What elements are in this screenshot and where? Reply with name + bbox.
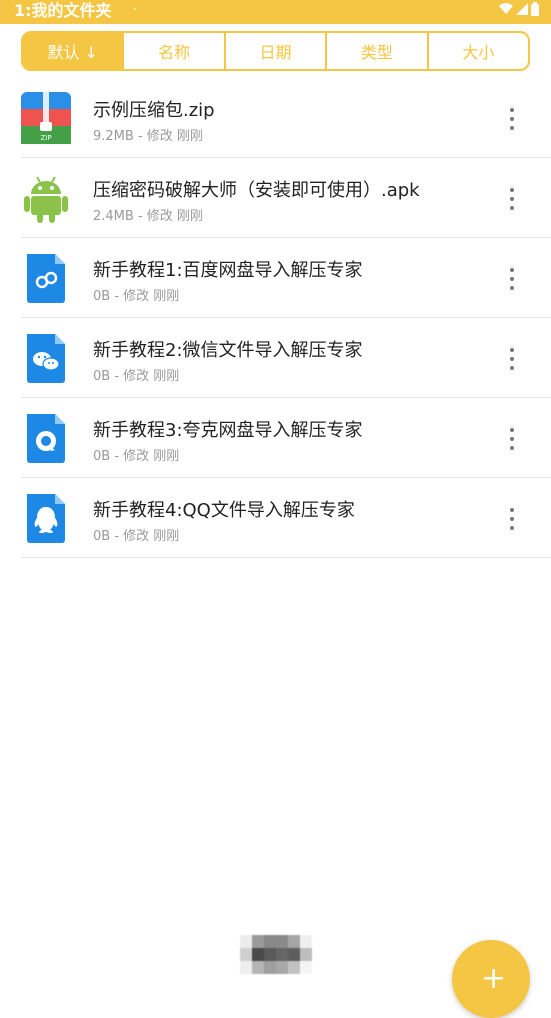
battery-icon <box>531 2 539 16</box>
sort-tab-size[interactable]: 大小 <box>426 33 528 69</box>
file-meta: 2.4MB - 修改 刚刚 <box>93 209 203 224</box>
file-name: 新手教程4:QQ文件导入解压专家 <box>93 500 355 521</box>
file-name: 示例压缩包.zip <box>93 100 215 121</box>
signal-icon <box>516 3 528 15</box>
file-name: 压缩密码破解大师（安装即可使用）.apk <box>93 180 420 201</box>
status-bar-dot: · <box>133 3 138 18</box>
file-row-tutorial-4[interactable]: 新手教程4:QQ文件导入解压专家 0B - 修改 刚刚 <box>21 478 551 558</box>
plus-icon: + <box>481 961 507 996</box>
quark-icon <box>27 414 65 463</box>
wifi-icon <box>499 3 513 15</box>
file-name: 新手教程1:百度网盘导入解压专家 <box>93 260 363 281</box>
baidu-netdisk-icon <box>27 254 65 303</box>
file-meta: 0B - 修改 刚刚 <box>93 449 180 464</box>
android-icon <box>24 176 68 223</box>
zip-icon: ZIP <box>21 92 71 144</box>
sort-tab-default[interactable]: 默认 ↓ <box>23 33 123 69</box>
qq-icon <box>27 494 65 543</box>
file-name: 新手教程2:微信文件导入解压专家 <box>93 340 363 361</box>
svg-text:ZIP: ZIP <box>40 134 51 142</box>
more-options-icon[interactable] <box>507 348 517 370</box>
more-options-icon[interactable] <box>507 108 517 130</box>
sort-tab-type[interactable]: 类型 <box>325 33 426 69</box>
file-row-tutorial-3[interactable]: 新手教程3:夸克网盘导入解压专家 0B - 修改 刚刚 <box>21 398 551 478</box>
sort-tab-date[interactable]: 日期 <box>223 33 325 69</box>
file-meta: 0B - 修改 刚刚 <box>93 529 180 544</box>
file-meta: 0B - 修改 刚刚 <box>93 369 180 384</box>
more-options-icon[interactable] <box>507 268 517 290</box>
more-options-icon[interactable] <box>507 188 517 210</box>
file-row-zip[interactable]: ZIP 示例压缩包.zip 9.2MB - 修改 刚刚 <box>21 78 551 158</box>
add-fab-button[interactable]: + <box>452 940 530 1018</box>
file-row-tutorial-1[interactable]: 新手教程1:百度网盘导入解压专家 0B - 修改 刚刚 <box>21 238 551 318</box>
file-name: 新手教程3:夸克网盘导入解压专家 <box>93 420 363 441</box>
file-row-tutorial-2[interactable]: 新手教程2:微信文件导入解压专家 0B - 修改 刚刚 <box>21 318 551 398</box>
sort-tab-name[interactable]: 名称 <box>122 33 223 69</box>
file-meta: 9.2MB - 修改 刚刚 <box>93 129 203 144</box>
sort-tab-bar: 默认 ↓ 名称 日期 类型 大小 <box>21 31 530 71</box>
status-icons <box>499 2 539 16</box>
more-options-icon[interactable] <box>507 428 517 450</box>
wechat-icon <box>27 334 65 383</box>
file-meta: 0B - 修改 刚刚 <box>93 289 180 304</box>
pixelated-ad-placeholder <box>240 935 312 975</box>
status-bar: 1:我的文件夹 · <box>0 0 551 24</box>
file-row-apk[interactable]: 压缩密码破解大师（安装即可使用）.apk 2.4MB - 修改 刚刚 <box>21 158 551 238</box>
more-options-icon[interactable] <box>507 508 517 530</box>
file-list: ZIP 示例压缩包.zip 9.2MB - 修改 刚刚 压缩密码破解大师（安装即… <box>0 78 551 558</box>
status-bar-title: 1:我的文件夹 <box>14 1 112 20</box>
